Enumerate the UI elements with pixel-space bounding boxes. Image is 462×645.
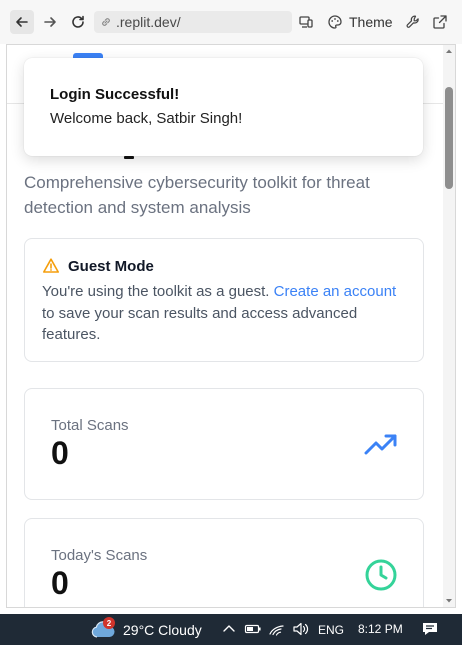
device-toggle-button[interactable] (298, 11, 314, 33)
trending-up-icon (364, 434, 397, 455)
page-subtitle: Comprehensive cybersecurity toolkit for … (24, 173, 370, 217)
weather-text[interactable]: 29°C Cloudy (123, 622, 202, 638)
devices-icon (299, 16, 313, 28)
guest-mode-card: Guest Mode You're using the toolkit as a… (24, 238, 424, 362)
hidden-heading-fragment (124, 156, 134, 159)
theme-button[interactable]: Theme (327, 11, 393, 33)
create-account-link[interactable]: Create an account (274, 283, 397, 300)
wrench-icon (406, 15, 419, 28)
address-bar[interactable]: .replit.dev/ (94, 11, 292, 33)
taskbar: 2 29°C Cloudy ENG 8:12 PM (0, 614, 462, 645)
guest-text-end: to save your scan results and access adv… (42, 304, 358, 344)
total-scans-value: 0 (51, 435, 69, 471)
warning-icon (43, 258, 59, 273)
arrow-left-icon (16, 17, 28, 27)
total-scans-label: Total Scans (51, 417, 129, 434)
clock-icon (365, 559, 397, 591)
theme-label: Theme (349, 14, 393, 30)
toast-title: Login Successful! (50, 86, 180, 103)
browser-toolbar: .replit.dev/ Theme (0, 0, 462, 44)
scroll-down-icon[interactable] (445, 597, 453, 605)
toast-message: Welcome back, Satbir Singh! (50, 110, 243, 127)
login-success-toast[interactable]: Login Successful! Welcome back, Satbir S… (24, 58, 423, 156)
todays-scans-card: Today's Scans 0 (24, 518, 424, 607)
arrow-right-icon (44, 17, 56, 27)
link-icon (102, 18, 110, 26)
reload-icon (72, 15, 84, 28)
devtools-button[interactable] (405, 11, 421, 33)
open-new-tab-button[interactable] (432, 11, 448, 33)
reload-button[interactable] (66, 10, 90, 34)
guest-mode-header: Guest Mode (42, 257, 154, 275)
url-text: .replit.dev/ (116, 14, 181, 30)
todays-scans-label: Today's Scans (51, 547, 148, 564)
scroll-up-icon[interactable] (445, 47, 453, 55)
notification-icon[interactable] (421, 621, 439, 637)
volume-icon[interactable] (292, 621, 310, 637)
language-indicator[interactable]: ENG (318, 623, 344, 639)
guest-text-start: You're using the toolkit as a guest. (42, 283, 274, 300)
scrollbar-thumb[interactable] (445, 87, 453, 189)
clock-time[interactable]: 8:12 PM (358, 622, 403, 636)
guest-mode-title: Guest Mode (68, 257, 154, 275)
chevron-up-icon[interactable] (222, 621, 236, 637)
guest-mode-text: You're using the toolkit as a guest. Cre… (42, 281, 402, 346)
wifi-icon[interactable] (268, 621, 286, 637)
external-link-icon (433, 15, 447, 29)
total-scans-card: Total Scans 0 (24, 388, 424, 500)
palette-icon (328, 15, 342, 29)
todays-scans-value: 0 (51, 565, 69, 601)
forward-button[interactable] (38, 10, 62, 34)
battery-icon[interactable] (244, 621, 262, 637)
back-button[interactable] (10, 10, 34, 34)
scrollbar[interactable] (443, 45, 455, 607)
weather-badge: 2 (103, 617, 115, 629)
